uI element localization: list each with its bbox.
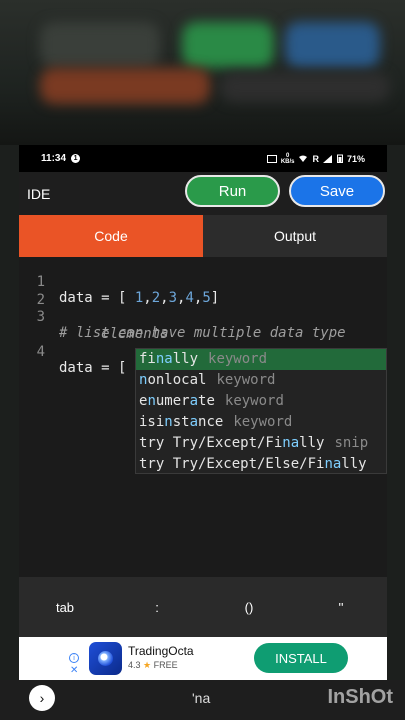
signal-icon	[322, 154, 332, 163]
watermark: InShOt	[327, 686, 393, 708]
save-button[interactable]: Save	[289, 175, 385, 207]
ad-install-button[interactable]: INSTALL	[254, 643, 348, 673]
parens-key-button[interactable]: ()	[203, 600, 295, 615]
code-comment-wrap: elements	[59, 326, 169, 342]
ad-app-logo	[89, 642, 122, 675]
star-icon: ★	[143, 660, 152, 670]
ad-app-meta: 4.3 ★ FREE	[128, 660, 178, 670]
phone-screen: 11:34 1 0 KB/s R 71% IDE Run Save Code Ou…	[19, 145, 387, 680]
cast-icon	[266, 154, 277, 163]
autocomplete-item[interactable]: isinstance keyword	[136, 412, 386, 433]
blurred-background	[0, 0, 405, 145]
data-speed: 0 KB/s	[280, 152, 295, 165]
suggestion-text[interactable]: 'na	[192, 690, 210, 706]
quotes-key-button[interactable]: ''	[295, 600, 387, 615]
keyboard-suggestion-bar: › 'na InShOt	[0, 680, 405, 720]
app-title: IDE	[27, 185, 51, 202]
autocomplete-item[interactable]: try Try/Except/Finally snip	[136, 433, 386, 454]
code-text: data = [ 1,2,3,4,5]	[59, 290, 220, 306]
autocomplete-item[interactable]: enumerate keyword	[136, 391, 386, 412]
app-bar: IDE Run Save	[19, 172, 387, 215]
ad-banner[interactable]: i ✕ TradingOcta 4.3 ★ FREE INSTALL	[19, 637, 387, 680]
blurred-background-left	[0, 145, 19, 680]
autocomplete-item[interactable]: try Try/Except/Else/Finally	[136, 454, 386, 473]
chevron-right-icon[interactable]: ›	[29, 685, 55, 711]
tab-key-button[interactable]: tab	[19, 600, 111, 615]
tab-output[interactable]: Output	[203, 215, 387, 257]
extra-keys-bar: tab : () ''	[19, 577, 387, 637]
notification-badge: 1	[71, 154, 81, 163]
network-indicator: R	[312, 153, 319, 164]
ad-close-icon[interactable]: ✕	[70, 665, 78, 676]
code-line: 4 data = [ 1,2, 'na']	[19, 328, 219, 392]
run-button[interactable]: Run	[185, 175, 280, 207]
wifi-icon	[299, 155, 308, 162]
autocomplete-item[interactable]: finally keyword	[136, 349, 386, 370]
autocomplete-item[interactable]: nonlocal keyword	[136, 370, 386, 391]
line-number: 4	[36, 344, 45, 360]
clock: 11:34	[41, 153, 67, 164]
tab-code[interactable]: Code	[19, 215, 203, 257]
battery-icon	[336, 154, 343, 163]
ad-info-icon[interactable]: i	[69, 653, 79, 663]
colon-key-button[interactable]: :	[111, 600, 203, 615]
blurred-background-right	[387, 145, 405, 680]
tab-bar: Code Output	[19, 215, 387, 257]
battery-percent: 71%	[346, 153, 365, 164]
status-bar: 11:34 1 0 KB/s R 71%	[19, 145, 387, 172]
autocomplete-popup: finally keyword nonlocal keyword enumerate…	[135, 348, 387, 474]
ad-app-name: TradingOcta	[128, 644, 194, 658]
